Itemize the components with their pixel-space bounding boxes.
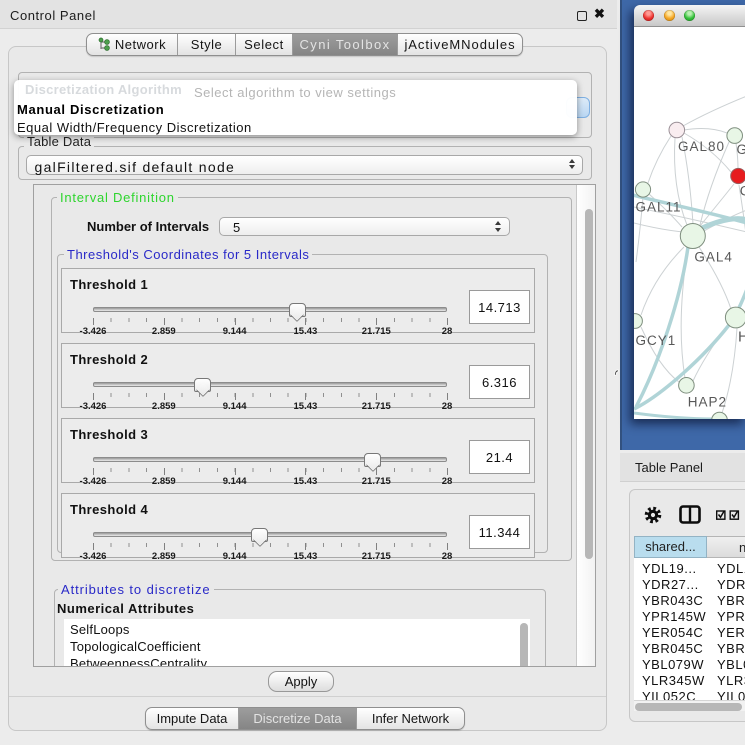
svg-text:H: H	[738, 328, 745, 345]
svg-text:C: C	[740, 184, 745, 199]
svg-text:GAL11: GAL11	[636, 200, 682, 215]
svg-text:GAL80: GAL80	[678, 139, 725, 154]
svg-text:HAP2: HAP2	[688, 395, 727, 410]
svg-text:GCY1: GCY1	[636, 333, 677, 348]
svg-text:GAL4: GAL4	[694, 250, 733, 265]
svg-text:GA: GA	[737, 142, 745, 157]
